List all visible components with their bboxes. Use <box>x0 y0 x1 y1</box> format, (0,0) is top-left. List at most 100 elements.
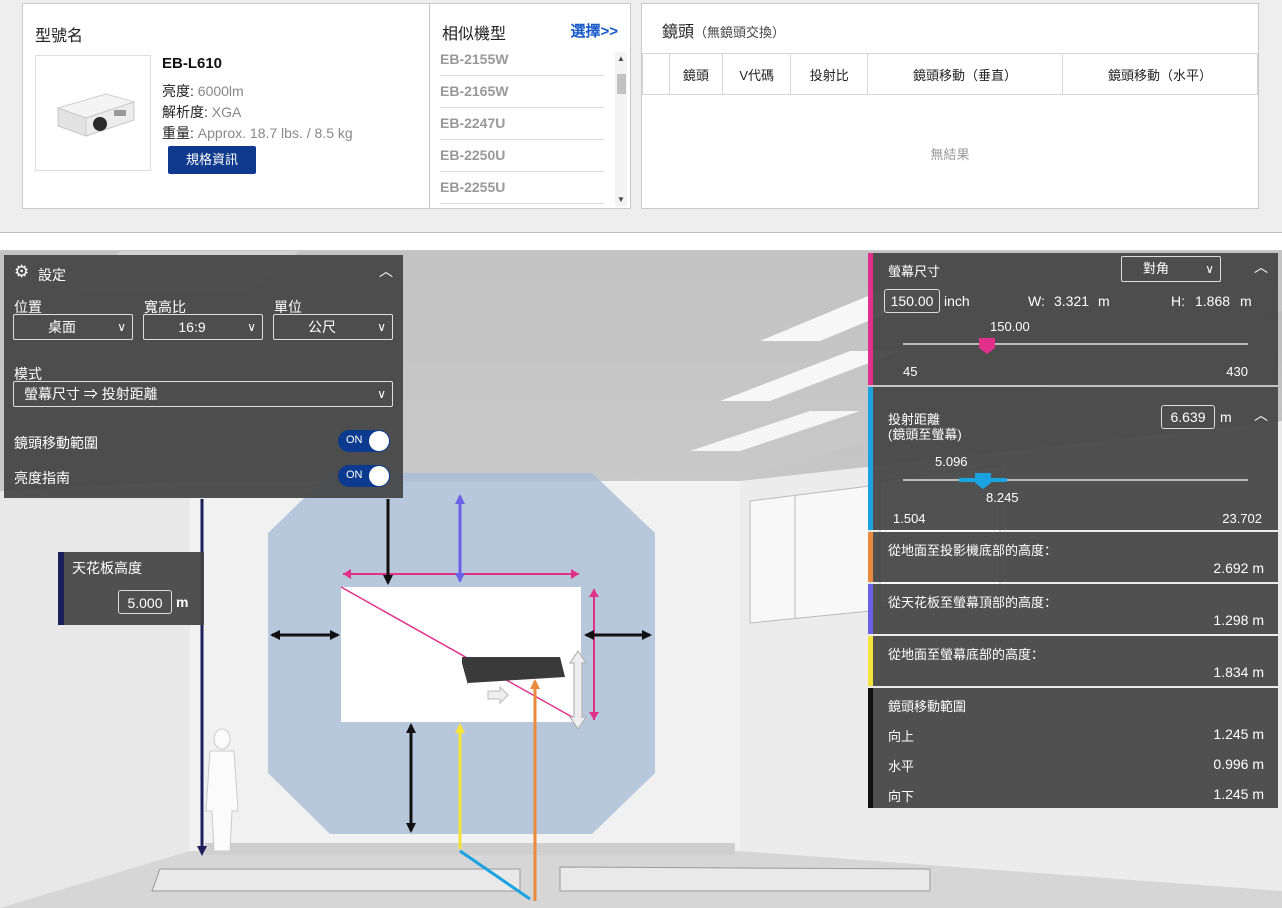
table-header-cell: 鏡頭移動（水平） <box>1062 53 1258 95</box>
chevron-down-icon: ∨ <box>117 320 126 334</box>
settings-title: 設定 <box>38 267 66 283</box>
throw-unit: m <box>1220 409 1232 425</box>
model-card: 型號名 EB-L610 亮度: 6000lm 解析度: XGA 重量: Appr… <box>22 3 430 209</box>
gear-icon: ⚙ <box>14 262 30 281</box>
width-unit: m <box>1098 293 1110 309</box>
height-value: 1.868 <box>1195 293 1231 309</box>
ceiling-height-panel: 天花板高度 5.000 m <box>58 552 204 625</box>
height-value: 2.692 m <box>1213 560 1264 576</box>
slider-max-label: 23.702 <box>1222 511 1262 526</box>
toggle-text: ON <box>346 434 363 446</box>
lens-card: 鏡頭（無鏡頭交換） 鏡頭 V代碼 投射比 鏡頭移動（垂直） 鏡頭移動（水平） 無… <box>641 3 1259 209</box>
shift-title: 鏡頭移動範圍 <box>888 699 967 714</box>
width-value: 3.321 <box>1054 293 1090 309</box>
height-label: 從天花板至螢幕頂部的高度： <box>888 595 1058 610</box>
mode-select[interactable]: 螢幕尺寸 ⇒ 投射距離 ∨ <box>13 381 393 407</box>
screen-size-slider-thumb[interactable] <box>978 337 996 355</box>
lens-shift-label: 鏡頭移動範圍 <box>14 435 98 451</box>
collapse-icon[interactable]: ︿ <box>1254 257 1268 277</box>
range-low-label: 5.096 <box>935 454 968 469</box>
spec-value: Approx. 18.7 lbs. / 8.5 kg <box>197 125 353 141</box>
chevron-down-icon: ∨ <box>247 320 256 334</box>
projector-image <box>35 55 151 171</box>
list-item[interactable]: EB-2250U <box>440 140 604 172</box>
shift-value: 1.245 m <box>1213 786 1264 802</box>
table-header-row: 鏡頭 V代碼 投射比 鏡頭移動（垂直） 鏡頭移動（水平） <box>642 53 1258 95</box>
toggle-knob <box>369 466 389 486</box>
height-value: 1.834 m <box>1213 664 1264 680</box>
list-item[interactable]: EB-2165W <box>440 76 604 108</box>
aspect-value: 16:9 <box>178 319 206 335</box>
screen-size-unit: inch <box>944 293 970 309</box>
screen-size-input[interactable]: 150.00 <box>884 289 940 313</box>
lens-shift-panel: 鏡頭移動範圍 向上 1.245 m 水平 0.996 m 向下 1.245 m <box>868 688 1278 808</box>
mode-value: 螢幕尺寸 ⇒ 投射距離 <box>24 386 158 402</box>
shift-label: 水平 <box>888 759 915 774</box>
spec-weight: 重量: Approx. 18.7 lbs. / 8.5 kg <box>162 123 353 143</box>
select-link[interactable]: 選擇>> <box>570 20 618 41</box>
lens-shift-toggle[interactable]: ON <box>338 430 390 452</box>
spec-label: 解析度: <box>162 104 208 120</box>
shift-value: 1.245 m <box>1213 726 1264 742</box>
model-header: 型號名 <box>35 28 84 45</box>
spec-label: 亮度: <box>162 83 194 99</box>
screen-size-mode-select[interactable]: 對角 ∨ <box>1121 256 1221 282</box>
spec-resolution: 解析度: XGA <box>162 102 241 122</box>
screen-size-mode: 對角 <box>1143 261 1170 276</box>
brightness-toggle[interactable]: ON <box>338 465 390 487</box>
lens-table: 鏡頭 V代碼 投射比 鏡頭移動（垂直） 鏡頭移動（水平） <box>642 53 1258 95</box>
unit-select[interactable]: 公尺 ∨ <box>273 314 393 340</box>
brightness-label: 亮度指南 <box>14 470 70 486</box>
slider-min-label: 1.504 <box>893 511 926 526</box>
shift-value: 0.996 m <box>1213 756 1264 772</box>
model-name: EB-L610 <box>162 55 223 72</box>
height-value: 1.298 m <box>1213 612 1264 628</box>
shift-label: 向下 <box>888 789 915 804</box>
lens-header: 鏡頭（無鏡頭交換） <box>662 18 785 42</box>
scroll-thumb[interactable] <box>617 74 626 94</box>
screen-size-title: 螢幕尺寸 <box>888 264 941 279</box>
shift-label: 向上 <box>888 729 915 744</box>
list-item[interactable]: EB-2247U <box>440 108 604 140</box>
table-header-cell <box>642 53 670 95</box>
throw-distance-panel: 投射距離 (鏡頭至螢幕) 6.639 m ︿ 5.096 8.245 1.504… <box>868 387 1278 530</box>
scroll-down-icon[interactable]: ▼ <box>617 195 625 204</box>
height-row-ceiling-screen: 從天花板至螢幕頂部的高度： 1.298 m <box>868 584 1278 634</box>
spec-brightness: 亮度: 6000lm <box>162 81 244 101</box>
list-item[interactable]: EB-2155W <box>440 44 604 76</box>
toggle-knob <box>369 431 389 451</box>
projection-simulator: ⚙ 設定 ︿ 位置 桌面 ∨ 寬高比 16:9 ∨ 單位 公尺 ∨ 模式 螢幕尺寸 ⇒… <box>0 250 1282 908</box>
table-header-cell: 投射比 <box>790 53 869 95</box>
similar-scrollbar[interactable]: ▲ ▼ <box>615 52 627 206</box>
similar-header: 相似機型 <box>442 26 507 43</box>
ceiling-height-label: 天花板高度 <box>72 560 142 576</box>
throw-subtitle: (鏡頭至螢幕) <box>888 427 962 442</box>
slider-value-label: 150.00 <box>990 319 1030 334</box>
position-value: 桌面 <box>48 319 76 335</box>
similar-models-card: 相似機型 選擇>> EB-2155W EB-2165W EB-2247U EB-… <box>429 3 631 209</box>
screen-size-slider-track[interactable] <box>903 343 1248 345</box>
throw-distance-input[interactable]: 6.639 <box>1161 405 1215 429</box>
collapse-icon[interactable]: ︿ <box>1254 405 1268 425</box>
ceiling-height-input[interactable]: 5.000 <box>118 590 172 614</box>
spec-info-button[interactable]: 規格資訊 <box>168 146 256 174</box>
throw-slider-track[interactable] <box>903 479 1248 481</box>
table-header-cell: 鏡頭移動（垂直） <box>867 53 1063 95</box>
position-select[interactable]: 桌面 ∨ <box>13 314 133 340</box>
slider-max-label: 430 <box>1226 364 1248 379</box>
lens-title: 鏡頭 <box>662 24 695 41</box>
height-label: 從地面至投影機底部的高度： <box>888 543 1058 558</box>
collapse-icon[interactable]: ︿ <box>379 261 393 281</box>
similar-list: EB-2155W EB-2165W EB-2247U EB-2250U EB-2… <box>440 44 604 208</box>
scroll-up-icon[interactable]: ▲ <box>617 54 625 63</box>
throw-slider-thumb[interactable] <box>974 472 992 490</box>
lens-note: （無鏡頭交換） <box>694 25 786 40</box>
product-summary-bar: 型號名 EB-L610 亮度: 6000lm 解析度: XGA 重量: Appr… <box>0 0 1282 233</box>
width-label: W: <box>1028 293 1045 309</box>
aspect-select[interactable]: 16:9 ∨ <box>143 314 263 340</box>
slider-min-label: 45 <box>903 364 918 379</box>
list-item[interactable]: EB-2255U <box>440 172 604 204</box>
settings-panel: ⚙ 設定 ︿ 位置 桌面 ∨ 寬高比 16:9 ∨ 單位 公尺 ∨ 模式 螢幕尺寸 ⇒… <box>4 255 403 498</box>
height-row-projector: 從地面至投影機底部的高度： 2.692 m <box>868 532 1278 582</box>
chevron-down-icon: ∨ <box>377 320 386 334</box>
